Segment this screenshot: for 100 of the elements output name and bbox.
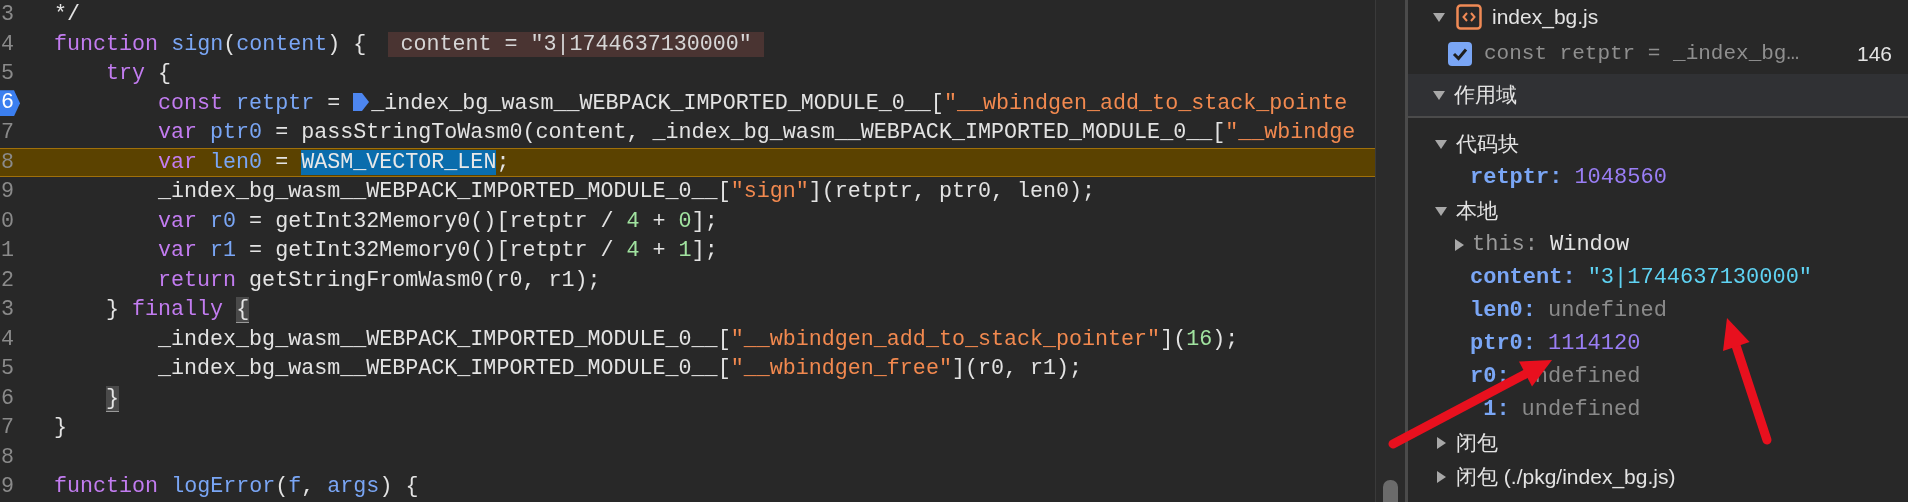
disclosure-triangle-icon[interactable] xyxy=(1434,436,1448,450)
matched-bracket: { xyxy=(236,297,250,323)
code-text: ](retptr, ptr0, len0); xyxy=(808,179,1096,204)
code-string: "sign" xyxy=(730,179,809,204)
scope-label[interactable]: 闭包 (./pkg/index_bg.js) xyxy=(1456,461,1676,493)
code-text: ]( xyxy=(1160,326,1187,352)
code-number: 0 xyxy=(678,208,692,234)
code-text: ]; xyxy=(691,208,718,234)
disclosure-triangle-icon[interactable] xyxy=(1434,470,1448,484)
code-keyword: const xyxy=(158,90,224,116)
code-text: ) { xyxy=(379,474,419,499)
code-keyword: var xyxy=(158,208,198,234)
line-number: 5 xyxy=(0,355,14,383)
breakpoint-marker[interactable]: 6 xyxy=(0,90,20,117)
disclosure-triangle-icon[interactable] xyxy=(1432,10,1446,24)
code-keyword: return xyxy=(158,267,237,293)
code-text: ( xyxy=(223,31,237,57)
code-text: ](r0, r1); xyxy=(951,356,1083,381)
code-identifier: r1 xyxy=(210,238,237,263)
property-value: 1114120 xyxy=(1548,330,1641,358)
disclosure-triangle-icon[interactable] xyxy=(1434,204,1448,218)
checkmark-icon xyxy=(1452,47,1468,61)
line-number: 7 xyxy=(0,414,14,442)
code-identifier: args xyxy=(327,474,380,499)
file-code-icon xyxy=(1456,4,1482,30)
line-number: 6 xyxy=(0,384,14,412)
code-number: 4 xyxy=(626,238,640,263)
code-keyword: finally xyxy=(132,297,224,322)
code-text: { xyxy=(158,61,172,86)
code-number: 16 xyxy=(1186,326,1213,352)
code-identifier: r0 xyxy=(210,208,237,234)
code-text: ); xyxy=(1212,326,1239,352)
line-number: 1 xyxy=(0,237,14,265)
code-text: _index_bg_wasm__WEBPACK_IMPORTED_MODULE_0__[ xyxy=(371,90,944,116)
disclosure-triangle-icon[interactable] xyxy=(1452,237,1466,252)
code-text: } xyxy=(54,415,67,440)
code-text: + xyxy=(651,238,667,263)
line-number: 0 xyxy=(0,207,14,235)
code-identifier: ptr0 xyxy=(210,120,263,145)
property-name: this: xyxy=(1472,231,1538,259)
code-text: ) { xyxy=(327,31,367,57)
line-number: 8 xyxy=(0,148,14,176)
line-number: 9 xyxy=(0,178,14,206)
scope-label[interactable]: 本地 xyxy=(1456,195,1498,227)
property-value: undefined xyxy=(1548,297,1667,325)
code-string: "__wbindgen_add_to_stack_pointe xyxy=(943,90,1348,116)
disclosure-triangle-icon[interactable] xyxy=(1434,137,1448,151)
code-string: "__wbindgen_add_to_stack_pointer" xyxy=(730,326,1161,352)
line-number: 4 xyxy=(0,30,14,58)
inline-value: content = "3|1744637130000" xyxy=(388,31,764,57)
code-string: "__wbindge xyxy=(1225,120,1356,145)
code-text: = passStringToWasm0(content, _index_bg_wasm__WEBPACK_IMPORTED_MODULE_0__[ xyxy=(274,120,1226,145)
code-keyword: var xyxy=(158,238,198,263)
code-text: _index_bg_wasm__WEBPACK_IMPORTED_MODULE_0__[ xyxy=(158,326,731,352)
line-number: 7 xyxy=(0,119,14,147)
property-name: len0: xyxy=(1470,297,1536,325)
file-name[interactable]: index_bg.js xyxy=(1492,1,1599,33)
code-text: getStringFromWasm0(r0, r1); xyxy=(249,267,601,293)
property-value: "3|1744637130000" xyxy=(1587,264,1813,292)
scope-label[interactable]: 代码块 xyxy=(1456,128,1519,160)
line-number: 5 xyxy=(0,60,14,88)
code-identifier: logError xyxy=(171,474,276,499)
line-number: 4 xyxy=(0,325,14,353)
line-number: 3 xyxy=(0,1,14,29)
code-keyword: try xyxy=(106,61,146,86)
matched-bracket: } xyxy=(106,385,119,412)
scope-label[interactable]: 闭包 xyxy=(1456,427,1498,459)
code-keyword: var xyxy=(158,149,198,175)
property-name: content: xyxy=(1470,264,1576,292)
code-keyword: function xyxy=(54,474,159,499)
property-name: ptr0: xyxy=(1470,330,1536,358)
disclosure-triangle-icon[interactable] xyxy=(1432,88,1446,102)
code-text: = xyxy=(326,90,342,116)
section-header[interactable]: 作用域 xyxy=(1408,74,1908,118)
code-text: + xyxy=(651,208,667,234)
line-number: 2 xyxy=(0,266,14,294)
scrollbar-thumb[interactable] xyxy=(1383,480,1398,502)
code-text: ( xyxy=(275,474,289,499)
property-value: 1048560 xyxy=(1574,164,1667,192)
column-breakpoint-icon[interactable] xyxy=(353,91,370,112)
selected-text: WASM_VECTOR_LEN xyxy=(301,149,497,175)
code-text: ]; xyxy=(691,238,718,263)
code-keyword: var xyxy=(158,120,198,145)
code-text: ; xyxy=(496,149,510,175)
code-number: 4 xyxy=(626,208,640,234)
checkbox[interactable] xyxy=(1448,42,1472,66)
code-text: = getInt32Memory0()[retptr / xyxy=(248,208,615,234)
line-number: 3 xyxy=(0,296,14,324)
code-text: _index_bg_wasm__WEBPACK_IMPORTED_MODULE_0__[ xyxy=(158,356,731,381)
code-identifier: sign xyxy=(171,31,224,57)
code-identifier: retptr xyxy=(236,90,315,116)
code-keyword: function xyxy=(54,31,159,57)
property-value: undefined xyxy=(1521,396,1641,424)
code-identifier: f xyxy=(288,474,302,499)
code-text: _index_bg_wasm__WEBPACK_IMPORTED_MODULE_0__[ xyxy=(158,179,731,204)
code-number: 1 xyxy=(678,238,692,263)
code-string: "__wbindgen_free" xyxy=(730,356,952,381)
code-text: = getInt32Memory0()[retptr / xyxy=(248,238,615,263)
line-number: 9 xyxy=(0,473,14,501)
code-identifier: content xyxy=(236,31,328,57)
